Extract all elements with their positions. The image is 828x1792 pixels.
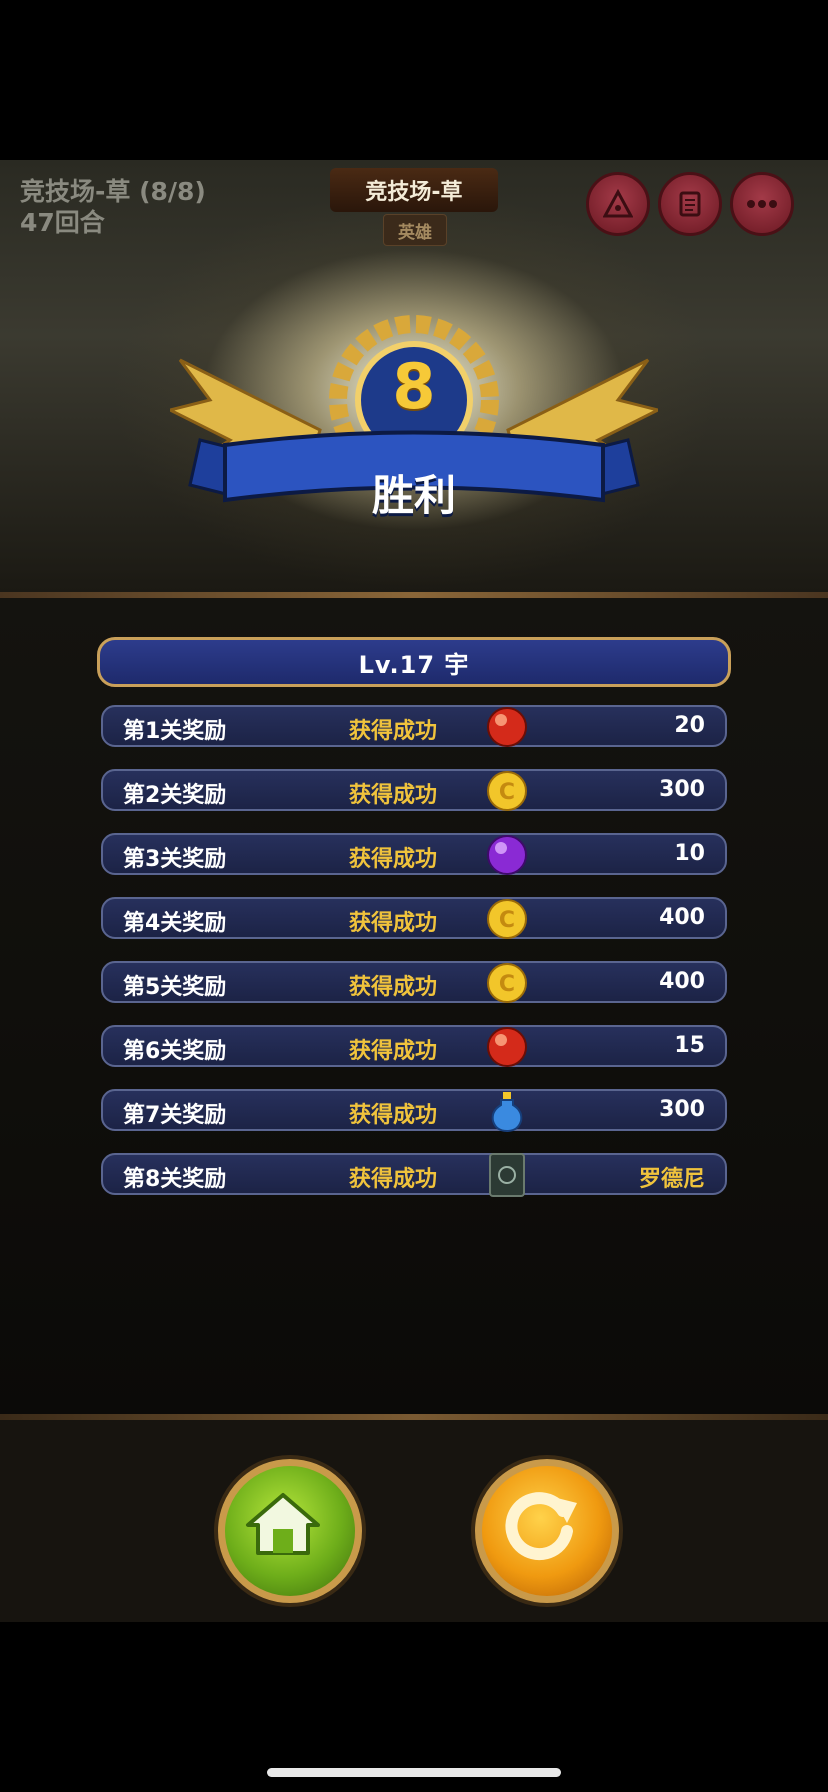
reward-stage-label: 第3关奖励 bbox=[123, 847, 227, 872]
rank-number: 8 bbox=[392, 350, 436, 423]
red-orb-icon bbox=[487, 707, 527, 747]
reward-status: 获得成功 bbox=[349, 911, 438, 936]
reward-stage-label: 第1关奖励 bbox=[123, 719, 227, 744]
reward-amount: 300 bbox=[659, 777, 705, 802]
reward-stage-label: 第7关奖励 bbox=[123, 1103, 227, 1128]
reward-amount: 300 bbox=[659, 1097, 705, 1122]
reward-row: 第6关奖励 获得成功 15 bbox=[101, 1025, 727, 1067]
reward-row: 第3关奖励 获得成功 10 bbox=[101, 833, 727, 875]
reward-status: 获得成功 bbox=[349, 847, 438, 872]
scroll-icon bbox=[679, 191, 701, 217]
retry-button[interactable] bbox=[475, 1459, 619, 1603]
difficulty-label: 英雄 bbox=[398, 222, 432, 243]
victory-label: 胜利 bbox=[371, 471, 456, 520]
reward-amount: 10 bbox=[674, 841, 705, 866]
svg-text:C: C bbox=[499, 780, 515, 805]
reward-amount: 15 bbox=[674, 1033, 705, 1058]
reward-stage-label: 第4关奖励 bbox=[123, 911, 227, 936]
triangle-icon bbox=[603, 189, 633, 218]
home-icon bbox=[246, 1493, 320, 1555]
gold-coin-icon: C bbox=[487, 899, 527, 939]
home-indicator[interactable] bbox=[267, 1768, 561, 1777]
gold-coin-icon: C bbox=[487, 963, 527, 1003]
reward-row: 第1关奖励 获得成功 20 bbox=[101, 705, 727, 747]
reward-status: 获得成功 bbox=[349, 719, 438, 744]
round-count: 47回合 bbox=[20, 208, 105, 237]
log-button[interactable] bbox=[658, 172, 722, 236]
reward-stage-label: 第6关奖励 bbox=[123, 1039, 227, 1064]
purple-orb-icon bbox=[487, 835, 527, 875]
blue-potion-icon bbox=[491, 1092, 523, 1133]
reward-amount: 400 bbox=[659, 969, 705, 994]
reward-amount: 20 bbox=[674, 713, 705, 738]
hero-card-icon bbox=[489, 1153, 525, 1197]
home-button[interactable] bbox=[218, 1459, 362, 1603]
reward-stage-label: 第2关奖励 bbox=[123, 783, 227, 808]
reward-amount: 罗德尼 bbox=[638, 1167, 705, 1192]
red-orb-icon bbox=[487, 1027, 527, 1067]
retry-icon bbox=[505, 1492, 577, 1561]
more-button[interactable] bbox=[730, 172, 794, 236]
difficulty-tag: 英雄 bbox=[383, 214, 447, 246]
reward-status: 获得成功 bbox=[349, 1039, 438, 1064]
reward-amount: 400 bbox=[659, 905, 705, 930]
reward-stage-label: 第5关奖励 bbox=[123, 975, 227, 1000]
reward-status: 获得成功 bbox=[349, 1167, 438, 1192]
reward-row: 第7关奖励 获得成功 300 bbox=[101, 1089, 727, 1133]
rewards-title-bar: Lv.17 宇 bbox=[97, 637, 731, 687]
reward-row: 第5关奖励 获得成功 C 400 bbox=[101, 961, 727, 1003]
hero-tray-background bbox=[0, 1420, 828, 1622]
reward-status: 获得成功 bbox=[349, 975, 438, 1000]
gold-coin-icon: C bbox=[487, 771, 527, 811]
reward-row: 第2关奖励 获得成功 C 300 bbox=[101, 769, 727, 811]
more-icon bbox=[747, 200, 777, 208]
player-level-name: Lv.17 宇 bbox=[358, 650, 470, 679]
reward-row: 第4关奖励 获得成功 C 400 bbox=[101, 897, 727, 939]
reward-stage-label: 第8关奖励 bbox=[123, 1167, 227, 1192]
arena-title: 竞技场-草 bbox=[365, 180, 463, 205]
reward-status: 获得成功 bbox=[349, 783, 438, 808]
reward-status: 获得成功 bbox=[349, 1103, 438, 1128]
title-plate: 竞技场-草 bbox=[330, 168, 498, 212]
svg-text:C: C bbox=[499, 908, 515, 933]
triangle-button[interactable] bbox=[586, 172, 650, 236]
svg-text:C: C bbox=[499, 972, 515, 997]
reward-row: 第8关奖励 获得成功 罗德尼 bbox=[101, 1153, 727, 1197]
